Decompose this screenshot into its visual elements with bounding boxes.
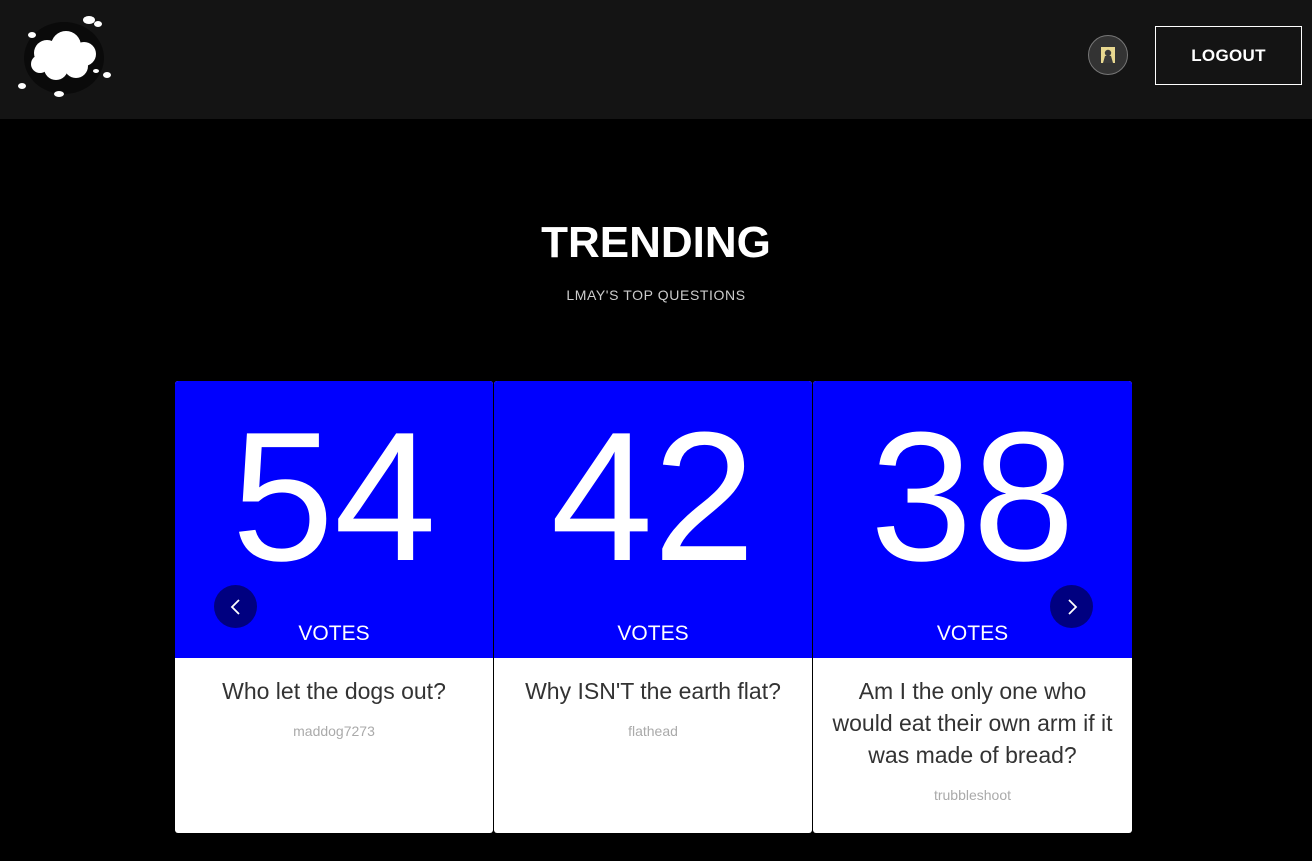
votes-label: VOTES: [298, 622, 370, 645]
votes-label: VOTES: [617, 622, 689, 645]
carousel-next-button[interactable]: [1050, 585, 1093, 628]
vote-count: 42: [550, 393, 756, 599]
question-text[interactable]: Why ISN'T the earth flat?: [512, 675, 794, 707]
page-subtitle: LMAY'S TOP QUESTIONS: [566, 287, 746, 303]
page-title: TRENDING: [541, 218, 771, 267]
carousel-prev-button[interactable]: [214, 585, 257, 628]
question-text[interactable]: Who let the dogs out?: [193, 675, 475, 707]
vote-count: 54: [231, 393, 437, 599]
vote-count: 38: [870, 393, 1075, 599]
question-author: trubbleshoot: [933, 787, 1012, 803]
question-card[interactable]: 42 VOTES Why ISN'T the earth flat? flath…: [494, 381, 812, 833]
chevron-right-icon: [1067, 598, 1077, 615]
user-avatar-icon[interactable]: [1088, 35, 1128, 75]
trending-carousel: 54 VOTES Who let the dogs out? maddog727…: [175, 381, 1132, 833]
votes-label: VOTES: [936, 622, 1009, 645]
logout-button[interactable]: LOGOUT: [1155, 26, 1302, 85]
chevron-left-icon: [230, 598, 240, 615]
question-author: flathead: [628, 723, 678, 739]
navbar: LOGOUT: [0, 0, 1312, 119]
question-author: maddog7273: [293, 723, 375, 739]
question-text[interactable]: Am I the only one who would eat their ow…: [831, 675, 1114, 771]
vote-box: 42 VOTES: [494, 381, 812, 658]
cloud-logo-icon[interactable]: [14, 8, 114, 103]
